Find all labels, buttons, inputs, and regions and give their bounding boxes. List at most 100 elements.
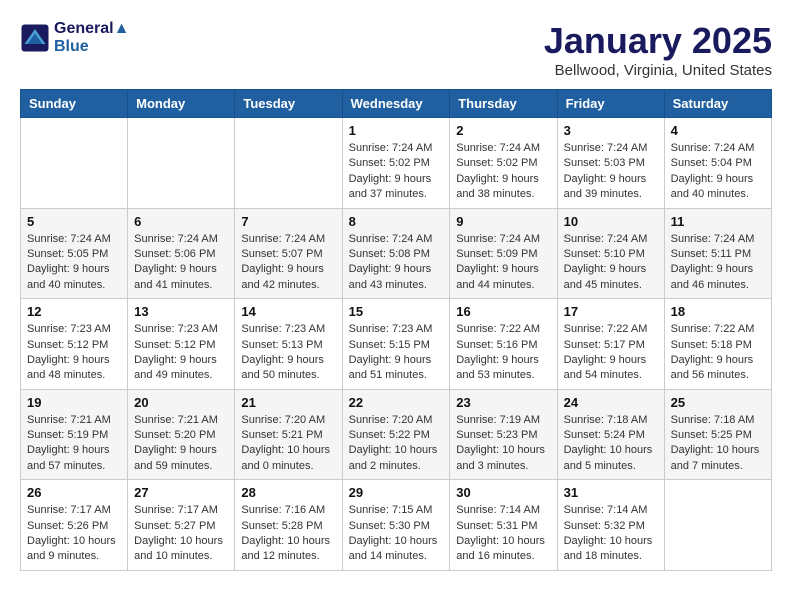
day-info: Sunrise: 7:24 AM Sunset: 5:11 PM Dayligh… — [671, 232, 765, 294]
calendar-cell: 13 Sunrise: 7:23 AM Sunset: 5:12 PM Dayli… — [128, 299, 235, 390]
logo: General▲ Blue — [20, 20, 129, 56]
day-info: Sunrise: 7:21 AM Sunset: 5:19 PM Dayligh… — [27, 413, 121, 475]
day-number: 11 — [671, 214, 765, 229]
calendar-cell: 22 Sunrise: 7:20 AM Sunset: 5:22 PM Dayli… — [342, 389, 450, 480]
weekday-header-thursday: Thursday — [450, 90, 557, 118]
calendar-cell — [21, 118, 128, 209]
calendar-cell — [128, 118, 235, 209]
weekday-header-wednesday: Wednesday — [342, 90, 450, 118]
calendar-week-row: 19 Sunrise: 7:21 AM Sunset: 5:19 PM Dayli… — [21, 389, 772, 480]
weekday-header-tuesday: Tuesday — [235, 90, 342, 118]
day-number: 15 — [349, 304, 444, 319]
day-number: 7 — [241, 214, 335, 229]
day-info: Sunrise: 7:16 AM Sunset: 5:28 PM Dayligh… — [241, 503, 335, 565]
day-number: 13 — [134, 304, 228, 319]
calendar-cell: 27Sunrise: 7:17 AM Sunset: 5:27 PM Dayli… — [128, 480, 235, 571]
day-number: 12 — [27, 304, 121, 319]
day-number: 22 — [349, 395, 444, 410]
weekday-header-friday: Friday — [557, 90, 664, 118]
calendar-cell: 29Sunrise: 7:15 AM Sunset: 5:30 PM Dayli… — [342, 480, 450, 571]
day-number: 2 — [456, 123, 550, 138]
day-info: Sunrise: 7:23 AM Sunset: 5:15 PM Dayligh… — [349, 322, 444, 384]
day-info: Sunrise: 7:24 AM Sunset: 5:06 PM Dayligh… — [134, 232, 228, 294]
calendar-cell: 9 Sunrise: 7:24 AM Sunset: 5:09 PM Daylig… — [450, 208, 557, 299]
day-info: Sunrise: 7:23 AM Sunset: 5:12 PM Dayligh… — [134, 322, 228, 384]
day-info: Sunrise: 7:24 AM Sunset: 5:03 PM Dayligh… — [564, 141, 658, 203]
day-number: 10 — [564, 214, 658, 229]
calendar-cell: 24 Sunrise: 7:18 AM Sunset: 5:24 PM Dayli… — [557, 389, 664, 480]
calendar-cell: 2 Sunrise: 7:24 AM Sunset: 5:02 PM Daylig… — [450, 118, 557, 209]
weekday-header-row: SundayMondayTuesdayWednesdayThursdayFrid… — [21, 90, 772, 118]
calendar-week-row: 1Sunrise: 7:24 AM Sunset: 5:02 PM Daylig… — [21, 118, 772, 209]
calendar-cell: 21 Sunrise: 7:20 AM Sunset: 5:21 PM Dayli… — [235, 389, 342, 480]
day-info: Sunrise: 7:24 AM Sunset: 5:10 PM Dayligh… — [564, 232, 658, 294]
day-number: 27 — [134, 485, 228, 500]
calendar-cell: 17 Sunrise: 7:22 AM Sunset: 5:17 PM Dayli… — [557, 299, 664, 390]
calendar-week-row: 12 Sunrise: 7:23 AM Sunset: 5:12 PM Dayli… — [21, 299, 772, 390]
day-number: 21 — [241, 395, 335, 410]
day-number: 9 — [456, 214, 550, 229]
day-info: Sunrise: 7:22 AM Sunset: 5:18 PM Dayligh… — [671, 322, 765, 384]
day-number: 29 — [349, 485, 444, 500]
day-number: 6 — [134, 214, 228, 229]
day-info: Sunrise: 7:24 AM Sunset: 5:04 PM Dayligh… — [671, 141, 765, 203]
calendar-cell: 23 Sunrise: 7:19 AM Sunset: 5:23 PM Dayli… — [450, 389, 557, 480]
calendar-cell: 11 Sunrise: 7:24 AM Sunset: 5:11 PM Dayli… — [664, 208, 771, 299]
day-number: 25 — [671, 395, 765, 410]
weekday-header-saturday: Saturday — [664, 90, 771, 118]
calendar-cell: 16 Sunrise: 7:22 AM Sunset: 5:16 PM Dayli… — [450, 299, 557, 390]
calendar-week-row: 5Sunrise: 7:24 AM Sunset: 5:05 PM Daylig… — [21, 208, 772, 299]
calendar-cell: 30Sunrise: 7:14 AM Sunset: 5:31 PM Dayli… — [450, 480, 557, 571]
calendar-cell: 8 Sunrise: 7:24 AM Sunset: 5:08 PM Daylig… — [342, 208, 450, 299]
day-number: 17 — [564, 304, 658, 319]
calendar-cell: 7 Sunrise: 7:24 AM Sunset: 5:07 PM Daylig… — [235, 208, 342, 299]
day-number: 19 — [27, 395, 121, 410]
day-info: Sunrise: 7:22 AM Sunset: 5:16 PM Dayligh… — [456, 322, 550, 384]
calendar-cell: 10 Sunrise: 7:24 AM Sunset: 5:10 PM Dayli… — [557, 208, 664, 299]
day-number: 18 — [671, 304, 765, 319]
day-info: Sunrise: 7:24 AM Sunset: 5:02 PM Dayligh… — [456, 141, 550, 203]
calendar-cell — [664, 480, 771, 571]
calendar-cell: 26 Sunrise: 7:17 AM Sunset: 5:26 PM Dayli… — [21, 480, 128, 571]
day-number: 24 — [564, 395, 658, 410]
day-number: 31 — [564, 485, 658, 500]
logo-text: General▲ Blue — [54, 20, 129, 56]
calendar-cell: 28Sunrise: 7:16 AM Sunset: 5:28 PM Dayli… — [235, 480, 342, 571]
calendar-cell: 20Sunrise: 7:21 AM Sunset: 5:20 PM Dayli… — [128, 389, 235, 480]
day-info: Sunrise: 7:23 AM Sunset: 5:13 PM Dayligh… — [241, 322, 335, 384]
day-info: Sunrise: 7:24 AM Sunset: 5:09 PM Dayligh… — [456, 232, 550, 294]
day-number: 14 — [241, 304, 335, 319]
calendar-week-row: 26 Sunrise: 7:17 AM Sunset: 5:26 PM Dayli… — [21, 480, 772, 571]
day-info: Sunrise: 7:20 AM Sunset: 5:21 PM Dayligh… — [241, 413, 335, 475]
day-info: Sunrise: 7:17 AM Sunset: 5:26 PM Dayligh… — [27, 503, 121, 565]
day-info: Sunrise: 7:22 AM Sunset: 5:17 PM Dayligh… — [564, 322, 658, 384]
day-info: Sunrise: 7:14 AM Sunset: 5:31 PM Dayligh… — [456, 503, 550, 565]
day-info: Sunrise: 7:24 AM Sunset: 5:08 PM Dayligh… — [349, 232, 444, 294]
location: Bellwood, Virginia, United States — [544, 62, 772, 79]
calendar-cell: 14 Sunrise: 7:23 AM Sunset: 5:13 PM Dayli… — [235, 299, 342, 390]
day-info: Sunrise: 7:18 AM Sunset: 5:24 PM Dayligh… — [564, 413, 658, 475]
day-number: 8 — [349, 214, 444, 229]
day-number: 23 — [456, 395, 550, 410]
weekday-header-monday: Monday — [128, 90, 235, 118]
month-title: January 2025 — [544, 20, 772, 62]
calendar-cell: 6 Sunrise: 7:24 AM Sunset: 5:06 PM Daylig… — [128, 208, 235, 299]
calendar-cell: 25Sunrise: 7:18 AM Sunset: 5:25 PM Dayli… — [664, 389, 771, 480]
day-number: 4 — [671, 123, 765, 138]
calendar-cell: 19 Sunrise: 7:21 AM Sunset: 5:19 PM Dayli… — [21, 389, 128, 480]
day-info: Sunrise: 7:23 AM Sunset: 5:12 PM Dayligh… — [27, 322, 121, 384]
day-number: 26 — [27, 485, 121, 500]
calendar-cell: 18 Sunrise: 7:22 AM Sunset: 5:18 PM Dayli… — [664, 299, 771, 390]
calendar-cell: 1Sunrise: 7:24 AM Sunset: 5:02 PM Daylig… — [342, 118, 450, 209]
calendar-cell: 5Sunrise: 7:24 AM Sunset: 5:05 PM Daylig… — [21, 208, 128, 299]
day-info: Sunrise: 7:19 AM Sunset: 5:23 PM Dayligh… — [456, 413, 550, 475]
calendar-cell — [235, 118, 342, 209]
calendar-cell: 31Sunrise: 7:14 AM Sunset: 5:32 PM Dayli… — [557, 480, 664, 571]
day-number: 16 — [456, 304, 550, 319]
day-info: Sunrise: 7:20 AM Sunset: 5:22 PM Dayligh… — [349, 413, 444, 475]
day-info: Sunrise: 7:24 AM Sunset: 5:07 PM Dayligh… — [241, 232, 335, 294]
day-info: Sunrise: 7:24 AM Sunset: 5:05 PM Dayligh… — [27, 232, 121, 294]
title-area: January 2025 Bellwood, Virginia, United … — [544, 20, 772, 79]
weekday-header-sunday: Sunday — [21, 90, 128, 118]
calendar-cell: 12 Sunrise: 7:23 AM Sunset: 5:12 PM Dayli… — [21, 299, 128, 390]
